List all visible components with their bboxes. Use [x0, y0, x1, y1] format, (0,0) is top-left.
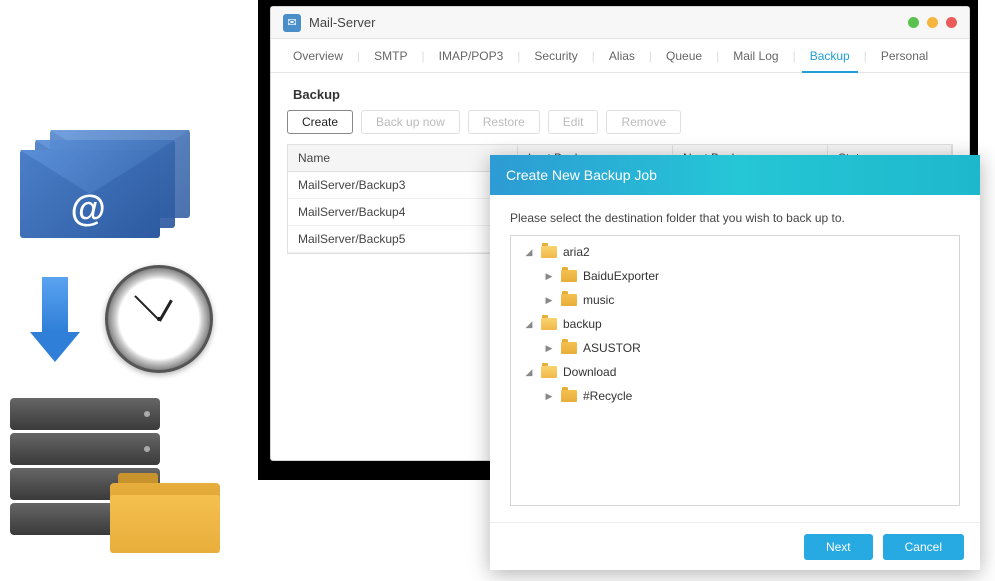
folder-icon	[561, 390, 577, 402]
envelope-icon: @	[20, 150, 160, 238]
restore-button[interactable]: Restore	[468, 110, 540, 134]
clock-icon	[105, 265, 213, 373]
collapse-icon[interactable]: ◢	[523, 247, 535, 258]
dialog-title: Create New Backup Job	[490, 155, 980, 195]
close-button[interactable]	[946, 17, 957, 28]
down-arrow-icon	[30, 277, 80, 362]
folder-tree[interactable]: ◢ aria2 ▶ BaiduExporter ▶ music ◢ backup ▶ ASUSTO…	[510, 235, 960, 506]
col-header-name[interactable]: Name	[288, 145, 518, 171]
tree-node[interactable]: ◢ Download	[511, 360, 959, 384]
cell-name: MailServer/Backup4	[288, 199, 518, 225]
expand-icon[interactable]: ▶	[543, 343, 555, 354]
storage-illustration	[10, 398, 210, 548]
collapse-icon[interactable]: ◢	[523, 319, 535, 330]
tree-node[interactable]: ◢ aria2	[511, 240, 959, 264]
folder-icon	[561, 342, 577, 354]
titlebar: ✉ Mail-Server	[271, 7, 969, 39]
folder-icon	[541, 318, 557, 330]
tree-label: Download	[563, 365, 616, 379]
tab-smtp[interactable]: SMTP	[360, 39, 421, 72]
tabbar: Overview|SMTP|IMAP/POP3|Security|Alias|Q…	[271, 39, 969, 73]
expand-icon[interactable]: ▶	[543, 295, 555, 306]
section-title: Backup	[293, 87, 953, 102]
tab-alias[interactable]: Alias	[595, 39, 649, 72]
tree-label: backup	[563, 317, 602, 331]
backup-now-button[interactable]: Back up now	[361, 110, 460, 134]
next-button[interactable]: Next	[804, 534, 873, 560]
minimize-button[interactable]	[908, 17, 919, 28]
tab-imap-pop3[interactable]: IMAP/POP3	[425, 39, 518, 72]
window-title: Mail-Server	[309, 15, 908, 30]
window-controls	[908, 17, 957, 28]
folder-icon	[561, 270, 577, 282]
mail-stack-illustration: @	[20, 130, 205, 240]
tree-node[interactable]: ▶ ASUSTOR	[511, 336, 959, 360]
folder-icon	[541, 366, 557, 378]
dialog-prompt: Please select the destination folder tha…	[510, 211, 960, 225]
maximize-button[interactable]	[927, 17, 938, 28]
cell-name: MailServer/Backup3	[288, 172, 518, 198]
toolbar: Create Back up now Restore Edit Remove	[287, 110, 953, 134]
collapse-icon[interactable]: ◢	[523, 367, 535, 378]
tab-security[interactable]: Security	[520, 39, 591, 72]
folder-icon	[561, 294, 577, 306]
tab-personal[interactable]: Personal	[867, 39, 942, 72]
tree-node[interactable]: ▶ #Recycle	[511, 384, 959, 408]
disk-icon	[10, 398, 160, 430]
tree-label: BaiduExporter	[583, 269, 659, 283]
tree-label: aria2	[563, 245, 590, 259]
tab-backup[interactable]: Backup	[796, 39, 864, 72]
create-button[interactable]: Create	[287, 110, 353, 134]
dialog-footer: Next Cancel	[490, 522, 980, 570]
tab-mail-log[interactable]: Mail Log	[719, 39, 792, 72]
tree-label: #Recycle	[583, 389, 632, 403]
tree-label: ASUSTOR	[583, 341, 641, 355]
tree-label: music	[583, 293, 614, 307]
tree-node[interactable]: ◢ backup	[511, 312, 959, 336]
edit-button[interactable]: Edit	[548, 110, 599, 134]
illustration-panel: @	[0, 130, 260, 548]
tree-node[interactable]: ▶ music	[511, 288, 959, 312]
folder-icon	[541, 246, 557, 258]
expand-icon[interactable]: ▶	[543, 271, 555, 282]
at-sign-icon: @	[70, 188, 105, 230]
cell-name: MailServer/Backup5	[288, 226, 518, 252]
tab-overview[interactable]: Overview	[279, 39, 357, 72]
expand-icon[interactable]: ▶	[543, 391, 555, 402]
tab-queue[interactable]: Queue	[652, 39, 716, 72]
folder-icon	[110, 473, 220, 553]
remove-button[interactable]: Remove	[606, 110, 681, 134]
create-backup-dialog: Create New Backup Job Please select the …	[490, 155, 980, 570]
cancel-button[interactable]: Cancel	[883, 534, 964, 560]
tree-node[interactable]: ▶ BaiduExporter	[511, 264, 959, 288]
disk-icon	[10, 433, 160, 465]
app-icon: ✉	[283, 14, 301, 32]
